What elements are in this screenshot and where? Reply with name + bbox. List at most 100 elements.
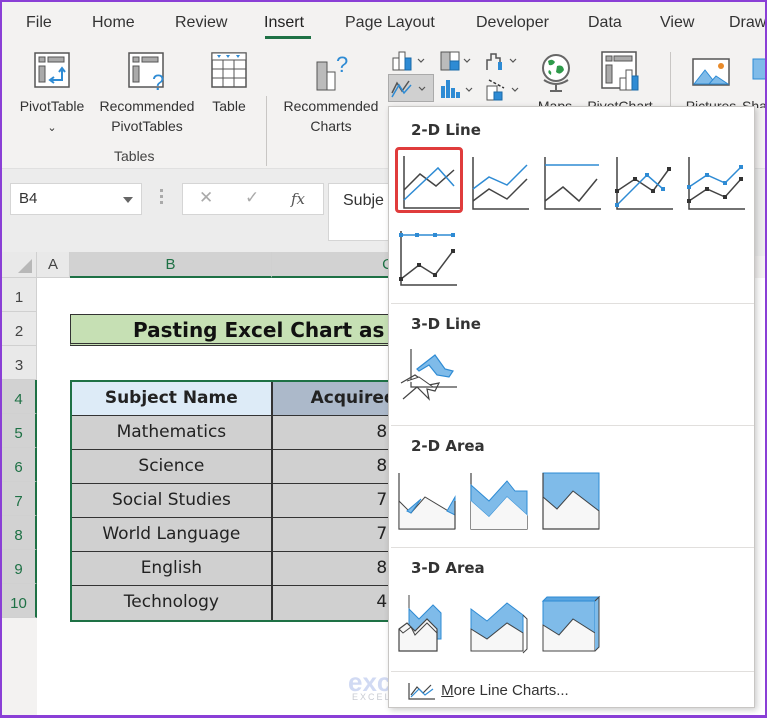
section-2d-line: 2-D Line xyxy=(411,121,481,139)
header-acquired[interactable]: Acquired xyxy=(272,382,398,415)
more-line-charts-accesskey: M xyxy=(441,681,454,699)
insert-function-icon[interactable]: fx xyxy=(291,190,305,208)
chart-option-stacked-area[interactable] xyxy=(469,471,537,537)
enter-icon[interactable]: ✓ xyxy=(245,188,259,208)
section-3d-area: 3-D Area xyxy=(411,559,485,577)
tab-page-layout[interactable]: Page Layout xyxy=(345,14,435,32)
chevron-down-icon[interactable] xyxy=(123,197,133,203)
table-label: Table xyxy=(212,98,246,114)
table-row: Science 82 xyxy=(72,450,398,484)
score-cell[interactable]: 42 xyxy=(272,586,398,620)
more-line-charts-link[interactable]: More Line Charts... xyxy=(407,681,569,701)
svg-text:?: ? xyxy=(152,70,164,92)
tab-review[interactable]: Review xyxy=(175,14,227,32)
subject-cell[interactable]: World Language xyxy=(72,518,273,551)
tab-file[interactable]: File xyxy=(26,14,52,32)
statistic-chart-button[interactable] xyxy=(438,76,482,102)
tables-group-label: Tables xyxy=(114,148,155,164)
pictures-button[interactable]: Pictures xyxy=(680,50,742,110)
chart-option-3d-100-stacked-area[interactable] xyxy=(541,595,609,661)
row-header[interactable]: 2 xyxy=(2,312,37,346)
tab-developer[interactable]: Developer xyxy=(476,14,549,32)
column-chart-button[interactable] xyxy=(390,50,434,74)
shapes-icon xyxy=(752,58,765,80)
score-cell[interactable]: 82 xyxy=(272,450,398,483)
column-header-c[interactable]: C xyxy=(272,252,402,278)
recommended-pivot-icon: ? xyxy=(128,52,164,92)
chart-option-3d-area[interactable] xyxy=(397,595,465,661)
chart-option-line[interactable] xyxy=(395,147,463,213)
shapes-button[interactable]: Sha xyxy=(742,50,765,110)
chart-option-3d-line[interactable] xyxy=(399,347,467,413)
recommended-charts-button[interactable]: ? Recommended Charts xyxy=(276,52,386,142)
section-3d-line: 3-D Line xyxy=(411,315,481,333)
row-header[interactable]: 8 xyxy=(2,516,37,550)
score-cell[interactable]: 78 xyxy=(272,484,398,517)
tab-draw[interactable]: Draw xyxy=(729,14,765,32)
row-header[interactable]: 10 xyxy=(2,584,37,618)
tab-data[interactable]: Data xyxy=(588,14,622,32)
waterfall-chart-button[interactable] xyxy=(484,50,528,74)
chart-option-area[interactable] xyxy=(397,471,465,537)
table-row: English 80 xyxy=(72,552,398,586)
row-header[interactable]: 9 xyxy=(2,550,37,584)
chevron-down-icon: ⌄ xyxy=(47,122,57,134)
recommended-charts-label-2: Charts xyxy=(310,118,352,134)
column-header-a[interactable]: A xyxy=(37,252,70,278)
globe-icon xyxy=(542,54,570,92)
hierarchy-chart-button[interactable] xyxy=(438,50,482,74)
maps-button[interactable]: Maps xyxy=(532,50,578,110)
chart-option-100-stacked-line-with-markers[interactable] xyxy=(399,225,467,291)
score-cell[interactable]: 82 xyxy=(272,416,398,449)
pivot-table-button[interactable]: PivotTable ⌄ xyxy=(12,52,92,142)
excel-window: File Home Review Insert Page Layout Deve… xyxy=(2,2,765,715)
row-header[interactable]: 3 xyxy=(2,346,37,380)
subject-cell[interactable]: English xyxy=(72,552,273,585)
score-cell[interactable]: 80 xyxy=(272,552,398,585)
row-header[interactable]: 5 xyxy=(2,414,37,448)
formula-bar-grip[interactable] xyxy=(160,189,163,209)
scatter-chart-button[interactable] xyxy=(484,76,528,102)
table-button[interactable]: Table xyxy=(204,52,254,142)
formula-content: Subje xyxy=(343,192,384,209)
column-header-b[interactable]: B xyxy=(70,252,272,278)
tab-insert[interactable]: Insert xyxy=(264,14,304,32)
sheet-title-cell[interactable]: Pasting Excel Chart as En xyxy=(70,314,400,346)
subject-cell[interactable]: Science xyxy=(72,450,273,483)
chart-option-stacked-line[interactable] xyxy=(471,151,539,217)
chart-option-100-stacked-line[interactable] xyxy=(543,151,611,217)
header-subject-name[interactable]: Subject Name xyxy=(72,382,273,415)
row-header[interactable]: 6 xyxy=(2,448,37,482)
name-box[interactable]: B4 xyxy=(10,183,142,215)
line-chart-button[interactable] xyxy=(388,74,434,102)
chart-option-stacked-line-with-markers[interactable] xyxy=(687,151,755,217)
row-header[interactable]: 1 xyxy=(2,278,37,312)
chart-option-line-with-markers[interactable] xyxy=(615,151,683,217)
chart-option-3d-stacked-area[interactable] xyxy=(469,595,537,661)
chart-option-100-stacked-area[interactable] xyxy=(541,471,609,537)
recommended-pivottables-button[interactable]: ? Recommended PivotTables xyxy=(92,52,202,142)
row-header[interactable]: 7 xyxy=(2,482,37,516)
divider xyxy=(391,547,754,548)
name-box-value: B4 xyxy=(19,190,38,207)
tab-home[interactable]: Home xyxy=(92,14,135,32)
line-chart-dropdown: 2-D Line 3-D Line 2-D Area 3-D Area More… xyxy=(388,106,755,708)
svg-text:?: ? xyxy=(336,52,348,77)
pivotchart-button[interactable]: PivotChart xyxy=(580,50,660,110)
pivotchart-icon xyxy=(601,51,639,91)
tab-view[interactable]: View xyxy=(660,14,694,32)
cancel-icon[interactable]: ✕ xyxy=(199,188,213,208)
score-cell[interactable]: 72 xyxy=(272,518,398,551)
subject-cell[interactable]: Technology xyxy=(72,586,273,620)
subject-cell[interactable]: Social Studies xyxy=(72,484,273,517)
select-all-button[interactable] xyxy=(2,252,37,278)
recommended-pivottables-label-2: PivotTables xyxy=(111,118,183,134)
recommended-charts-icon: ? xyxy=(316,52,348,91)
subject-cell[interactable]: Mathematics xyxy=(72,416,273,449)
line-chart-icon xyxy=(391,80,426,98)
recommended-charts-label-1: Recommended xyxy=(283,98,379,114)
table-header-row: Subject Name Acquired xyxy=(72,382,398,416)
table-icon xyxy=(211,52,247,88)
row-header[interactable]: 4 xyxy=(2,380,37,414)
divider xyxy=(391,671,754,672)
